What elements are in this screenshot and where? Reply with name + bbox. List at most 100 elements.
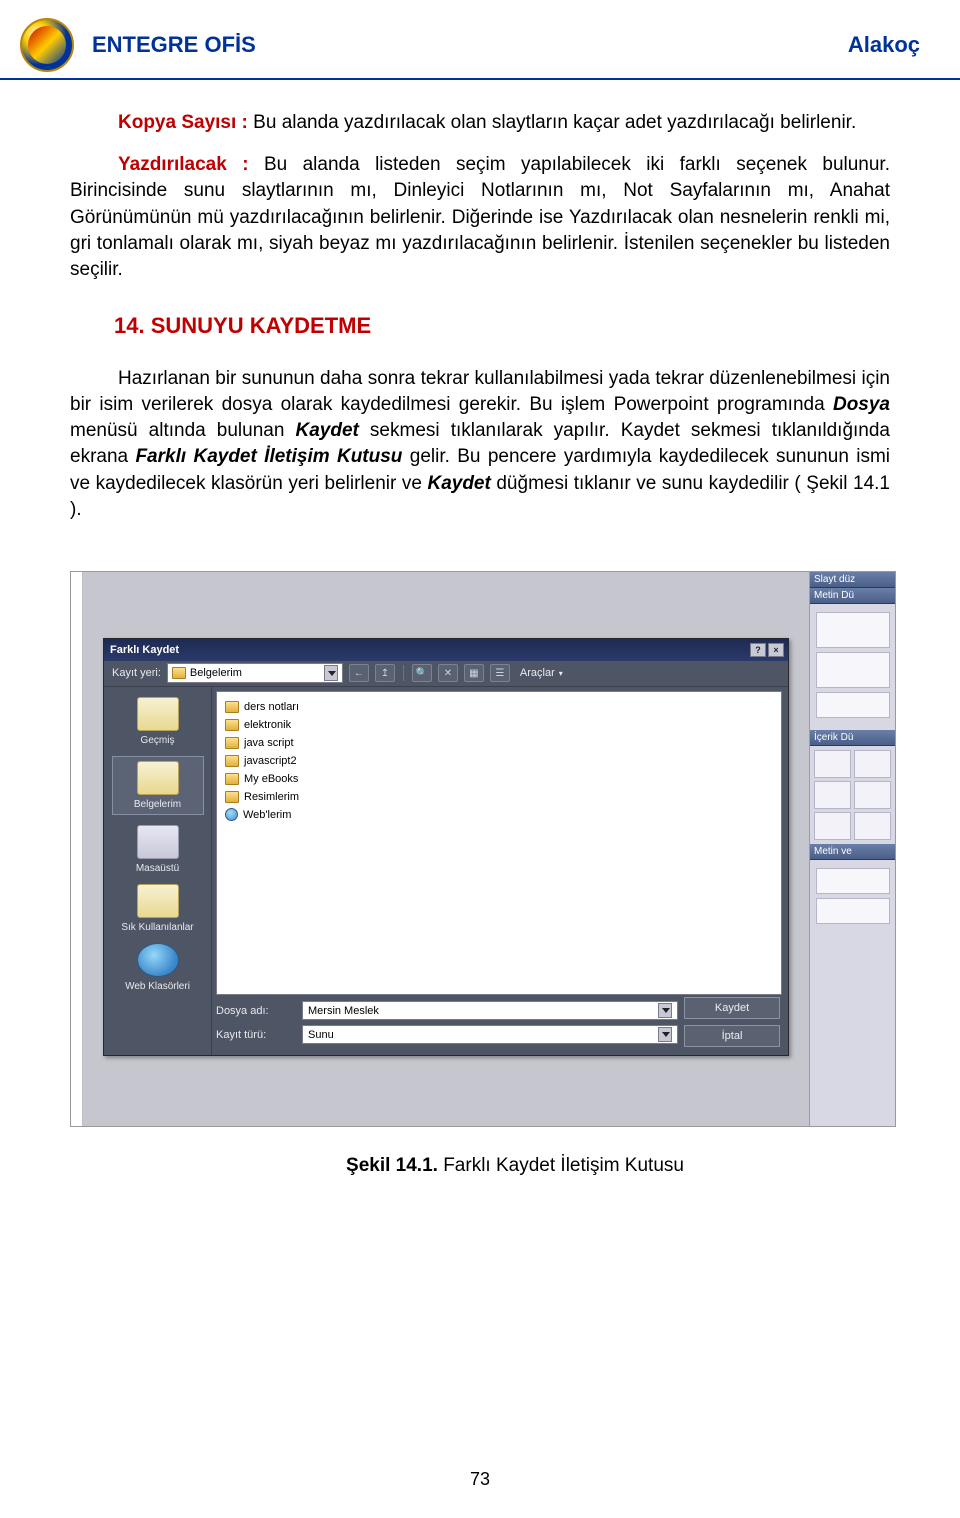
taskpane: Slayt düz Metin Dü İçerik Dü Metin ve [809,572,895,1126]
cancel-button[interactable]: İptal [684,1025,780,1047]
help-button[interactable]: ? [750,643,766,657]
favorites-icon [137,884,179,918]
filetype-dropdown[interactable]: Sunu [302,1025,678,1044]
heading-sunuyu-kaydetme: 14. SUNUYU KAYDETME [114,311,890,341]
place-history[interactable]: Geçmiş [112,697,204,746]
p3a: Hazırlanan bir sununun daha sonra tekrar… [70,368,890,415]
lookin-value: Belgelerim [190,667,242,679]
folder-icon [225,773,239,785]
chevron-down-icon[interactable] [658,1027,672,1042]
place-favorites[interactable]: Sık Kullanılanlar [112,884,204,933]
dialog-title: Farklı Kaydet [110,644,750,656]
caption-number: Şekil 14.1. [346,1155,438,1176]
layout-thumb[interactable] [854,750,891,778]
place-documents[interactable]: Belgelerim [112,756,204,815]
caption-text: Farklı Kaydet İletişim Kutusu [438,1155,684,1176]
slide-strip [71,572,83,1126]
layout-thumb[interactable] [816,612,890,648]
views-icon[interactable]: ☰ [490,664,510,682]
layout-thumb[interactable] [816,692,890,718]
brand-title: ENTEGRE OFİS [92,32,256,58]
taskpane-section-metin-ve: Metin ve [810,844,895,860]
save-as-dialog: Farklı Kaydet ? × Kayıt yeri: Belgelerim… [103,638,789,1056]
up-icon[interactable]: ↥ [375,664,395,682]
figure-wrap: Slayt düz Metin Dü İçerik Dü Metin ve [0,559,960,1177]
filename-input[interactable]: Mersin Meslek [302,1001,678,1020]
layout-thumb-group-3 [810,860,895,936]
file-name: Web'lerim [243,809,291,821]
close-button[interactable]: × [768,643,784,657]
place-label: Web Klasörleri [112,981,204,992]
tools-label: Araçlar [520,667,555,679]
taskpane-section-metin: Metin Dü [810,588,895,604]
filename-value: Mersin Meslek [308,1005,379,1017]
place-desktop[interactable]: Masaüstü [112,825,204,874]
dialog-titlebar[interactable]: Farklı Kaydet ? × [104,639,788,661]
layout-thumb[interactable] [814,812,851,840]
file-item[interactable]: ders notları [225,698,773,716]
kw-farkli-kaydet: Farklı Kaydet İletişim Kutusu [135,446,402,467]
layout-thumb-group-1 [810,604,895,730]
place-label: Belgelerim [113,799,203,810]
lookin-label: Kayıt yeri: [112,667,161,679]
figure-caption: Şekil 14.1. Farklı Kaydet İletişim Kutus… [70,1155,960,1177]
label-yazdir: Yazdırılacak : [118,154,264,175]
file-item[interactable]: java script [225,734,773,752]
chevron-down-icon[interactable] [324,665,338,681]
desktop-icon [137,825,179,859]
search-icon[interactable]: 🔍 [412,664,432,682]
history-icon [137,697,179,731]
file-name: javascript2 [244,755,297,767]
label-kopya: Kopya Sayısı : [118,112,253,133]
filetype-value: Sunu [308,1029,334,1041]
taskpane-title-1: Slayt düz [810,572,895,588]
save-button[interactable]: Kaydet [684,997,780,1019]
folder-icon [225,755,239,767]
layout-thumb[interactable] [816,652,890,688]
kw-kaydet: Kaydet [296,420,359,441]
layout-thumb[interactable] [854,812,891,840]
layout-thumb-group-2 [810,746,895,844]
separator [403,665,404,681]
university-logo-icon [20,18,74,72]
file-name: elektronik [244,719,291,731]
file-name: Resimlerim [244,791,299,803]
file-item[interactable]: elektronik [225,716,773,734]
document-body: Kopya Sayısı : Bu alanda yazdırılacak ol… [0,80,960,559]
author-name: Alakoç [848,32,920,58]
p3c: sekmesi tıklanılarak yapılır. [359,420,621,441]
file-item[interactable]: My eBooks [225,770,773,788]
places-bar: Geçmiş Belgelerim Masaüstü Sık Kullanıla… [104,687,212,1055]
layout-thumb[interactable] [816,868,890,894]
folder-icon [172,667,186,679]
layout-thumb[interactable] [816,898,890,924]
filename-label: Dosya adı: [216,1005,294,1017]
place-label: Masaüstü [112,863,204,874]
back-icon[interactable]: ← [349,664,369,682]
page-header: ENTEGRE OFİS Alakoç [0,0,960,80]
delete-icon[interactable]: ✕ [438,664,458,682]
file-item[interactable]: Resimlerim [225,788,773,806]
place-web-folders[interactable]: Web Klasörleri [112,943,204,992]
tools-dropdown[interactable]: Araçlar▾ [516,667,567,679]
layout-thumb[interactable] [814,781,851,809]
para-kaydetme: Hazırlanan bir sununun daha sonra tekrar… [70,366,890,523]
layout-thumb[interactable] [854,781,891,809]
filename-fields: Dosya adı: Mersin Meslek Kayıt türü: Sun… [216,999,678,1047]
page-number: 73 [0,1469,960,1490]
new-folder-icon[interactable]: ▦ [464,664,484,682]
file-item[interactable]: javascript2 [225,752,773,770]
dialog-toolbar: Kayıt yeri: Belgelerim ← ↥ 🔍 ✕ ▦ ☰ Araçl… [104,661,788,687]
lookin-dropdown[interactable]: Belgelerim [167,663,343,683]
folder-icon [225,737,239,749]
web-icon [137,943,179,977]
folder-icon [225,719,239,731]
file-list[interactable]: ders notları elektronik java script java… [216,691,782,995]
layout-thumb[interactable] [814,750,851,778]
dialog-actions: Kaydet İptal [684,997,780,1047]
file-name: ders notları [244,701,299,713]
chevron-down-icon[interactable] [658,1003,672,1018]
file-item[interactable]: Web'lerim [225,806,773,824]
documents-icon [137,761,179,795]
p3b: menüsü altında bulunan [70,420,296,441]
